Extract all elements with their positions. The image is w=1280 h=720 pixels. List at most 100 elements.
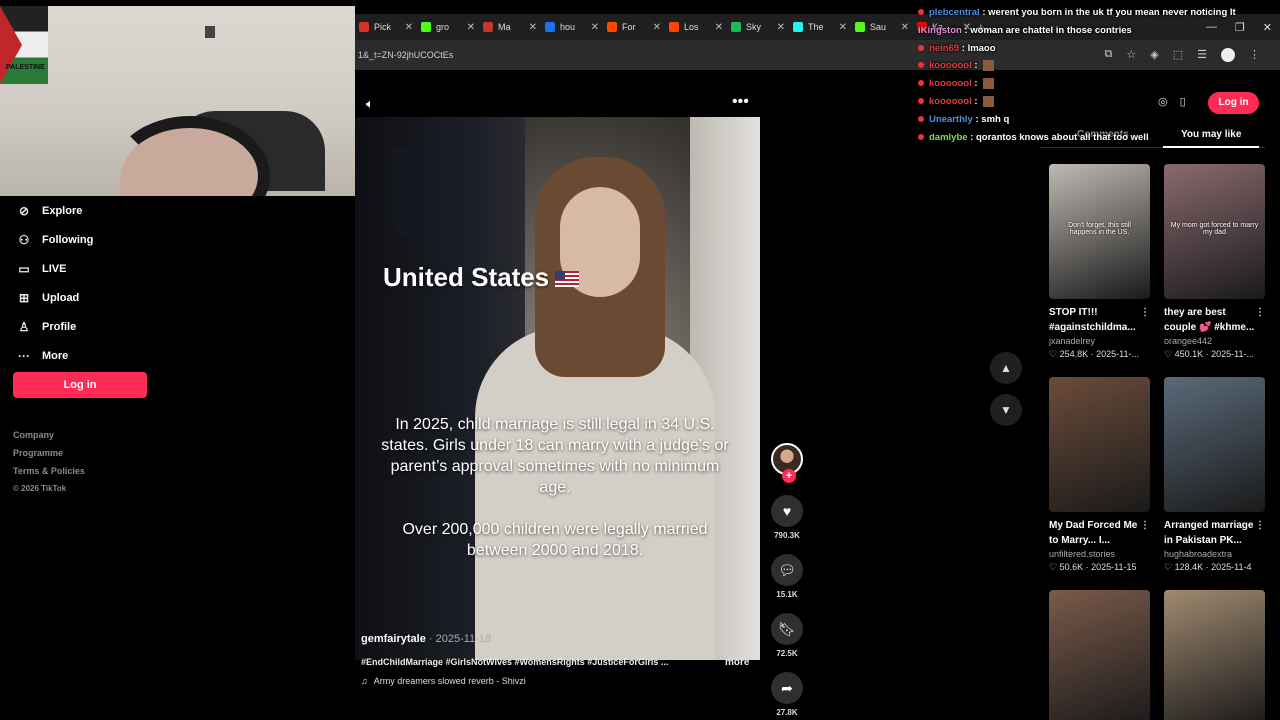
video-overlay-text: In 2025, child marriage is still legal i… [380,414,730,582]
footer-terms[interactable]: Terms & Policies [13,462,85,480]
volume-icon[interactable]: 🔈︎ [366,96,374,112]
browser-tab[interactable]: Sky ✕ [727,15,789,39]
card-title[interactable]: Arranged marriage in Pakistan PK... ⋮ [1164,518,1265,548]
close-tab-icon[interactable]: ✕ [529,22,537,33]
nav-label: Following [42,233,94,246]
nav-item-profile[interactable]: ♙ Profile [0,312,170,341]
browser-tab[interactable]: Sau ✕ [851,15,913,39]
nav-item-following[interactable]: ⚇ Following [0,225,170,254]
card-more-icon[interactable]: ⋮ [1255,518,1265,533]
creator-avatar[interactable]: + [771,443,803,483]
comment-count: 15.1K [776,590,798,599]
close-tab-icon[interactable]: ✕ [715,22,723,33]
comment-button[interactable]: 💬︎ [771,554,803,586]
close-tab-icon[interactable]: ✕ [591,22,599,33]
music-line[interactable]: ♫ Army dreamers slowed reverb - Shivzi [361,676,526,686]
nav-item-explore[interactable]: ⊘ Explore [0,196,170,225]
card-title[interactable]: STOP IT!!! #againstchildma... ⋮ [1049,305,1150,335]
card-username[interactable]: hughabroadextra [1164,549,1265,559]
tab-title: Sky [746,22,762,32]
chat-username[interactable]: iKingston [918,25,962,36]
nav-item-live[interactable]: ▭ LIVE [0,254,170,283]
browser-tab[interactable]: gro ✕ [417,15,479,39]
chat-username[interactable]: kooooool [929,60,972,71]
login-button-sidebar[interactable]: Log in [13,372,147,398]
video-thumbnail[interactable] [1164,590,1265,720]
music-note-icon: ♫ [361,676,368,686]
tab-favicon-icon [669,22,679,32]
close-tab-icon[interactable]: ✕ [777,22,785,33]
maximize-icon[interactable]: ❐ [1235,21,1245,34]
login-button-top[interactable]: Log in [1208,92,1259,114]
nav-item-upload[interactable]: ⊞ Upload [0,283,170,312]
browser-tab[interactable]: Pick ✕ [355,15,417,39]
footer-company[interactable]: Company [13,426,85,444]
card-username[interactable]: jxanadelrey [1049,336,1150,346]
close-tab-icon[interactable]: ✕ [839,22,847,33]
footer-programme[interactable]: Programme [13,444,85,462]
like-button[interactable]: ♥ [771,495,803,527]
chat-username[interactable]: plebcentral [929,7,980,18]
overlay-paragraph-1: In 2025, child marriage is still legal i… [381,416,729,496]
recommended-video-card[interactable]: My mom got forced to marry my dad they ar… [1164,164,1265,360]
tab-favicon-icon [607,22,617,32]
recommended-video-card[interactable] [1049,590,1150,720]
card-username[interactable]: unfiltered.stories [1049,549,1150,559]
close-tab-icon[interactable]: ✕ [653,22,661,33]
card-more-icon[interactable]: ⋮ [1140,305,1150,320]
share-button[interactable]: ➦ [771,672,803,704]
browser-tab[interactable]: Ma ✕ [479,15,541,39]
browser-tab[interactable]: Los ✕ [665,15,727,39]
browser-tab[interactable]: The ✕ [789,15,851,39]
author-name[interactable]: gemfairytale [361,633,426,645]
heart-icon: ♥ [782,503,792,519]
card-title[interactable]: they are best couple 💕 #khme... ⋮ [1164,305,1265,335]
chevron-up-icon: ▲ [1000,361,1012,375]
chat-username[interactable]: Unearthly [929,114,973,125]
card-more-icon[interactable]: ⋮ [1255,305,1265,320]
chat-username[interactable]: kooooool [929,96,972,107]
card-more-icon[interactable]: ⋮ [1140,518,1150,533]
chat-username[interactable]: kooooool [929,78,972,89]
url-text[interactable]: 1&_t=ZN-92jhUCOCtEs [358,50,453,60]
card-title[interactable]: My Dad Forced Me to Marry... I... ⋮ [1049,518,1150,548]
tab-list-icon[interactable]: ☰ [1197,48,1207,62]
profile-avatar-icon[interactable] [1221,48,1235,62]
minimize-icon[interactable]: — [1206,21,1217,33]
follow-plus-icon[interactable]: + [782,469,796,483]
video-thumbnail[interactable] [1049,377,1150,512]
more-options-icon[interactable]: ••• [732,93,749,111]
close-tab-icon[interactable]: ✕ [901,22,909,33]
chat-username[interactable]: damlybe [929,132,968,143]
tab-title: For [622,22,636,32]
video-thumbnail[interactable]: Don't forget, this still happens in the … [1049,164,1150,299]
video-thumbnail[interactable] [1049,590,1150,720]
card-date: 2025-11-... [1211,349,1254,359]
footer-links: Company Programme Terms & Policies © 202… [13,426,85,498]
browser-tab[interactable]: For ✕ [603,15,665,39]
person-icon: ♙ [18,319,30,334]
recommended-video-card[interactable] [1164,590,1265,720]
chat-username[interactable]: nein69 [929,43,959,54]
music-title[interactable]: Army dreamers slowed reverb - Shivzi [374,676,526,686]
caption-more-link[interactable]: more [725,657,749,668]
close-tab-icon[interactable]: ✕ [405,22,413,33]
video-thumbnail[interactable] [1164,377,1265,512]
video-overlay-title: United States [383,262,580,293]
menu-dots-icon[interactable]: ⋮ [1249,48,1260,62]
close-window-icon[interactable]: ✕ [1263,21,1272,34]
save-button[interactable]: 🔖︎ [771,613,803,645]
card-username[interactable]: orangee442 [1164,336,1265,346]
video-thumbnail[interactable]: My mom got forced to marry my dad [1164,164,1265,299]
next-video-button[interactable]: ▼ [990,394,1022,426]
recommended-video-card[interactable]: Arranged marriage in Pakistan PK... ⋮ hugh… [1164,377,1265,573]
tab-title: Sau [870,22,887,32]
browser-tab[interactable]: hou ✕ [541,15,603,39]
recommended-video-card[interactable]: My Dad Forced Me to Marry... I... ⋮ unfilt… [1049,377,1150,573]
chat-badge-icon [918,115,924,122]
recommended-video-card[interactable]: Don't forget, this still happens in the … [1049,164,1150,360]
action-bar: + ♥ 790.3K 💬︎ 15.1K 🔖︎ 72.5K ➦ 27.8K [770,443,804,717]
previous-video-button[interactable]: ▲ [990,352,1022,384]
close-tab-icon[interactable]: ✕ [467,22,475,33]
nav-item-more[interactable]: ··· More [0,341,170,370]
